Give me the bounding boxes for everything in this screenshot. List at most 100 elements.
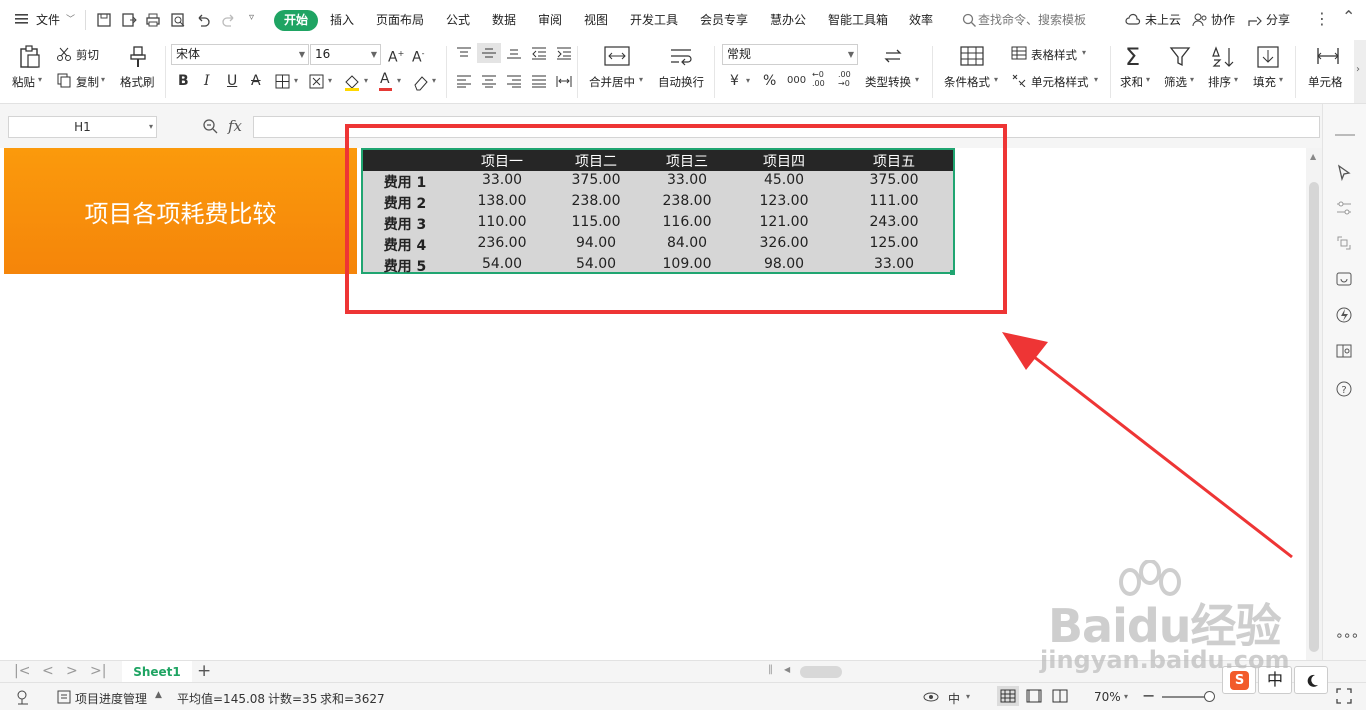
chevron-down-icon[interactable]: ▾	[994, 75, 998, 84]
align-bottom-icon[interactable]	[506, 46, 522, 60]
splitter-handle[interactable]: ‖	[768, 664, 773, 675]
chevron-down-icon[interactable]: ▾	[432, 76, 436, 85]
sheet-tab-active[interactable]: Sheet1	[122, 661, 192, 683]
tab-efficiency[interactable]: 效率	[909, 11, 933, 28]
more-options-icon[interactable]: ⋮	[1314, 9, 1330, 28]
chevron-down-icon[interactable]: ﹀	[66, 12, 75, 25]
paste-button[interactable]: 粘贴	[12, 74, 35, 90]
chevron-down-icon[interactable]: ▾	[1279, 75, 1283, 84]
file-menu[interactable]: 文件	[36, 11, 60, 28]
chevron-down-icon[interactable]: ▾	[639, 75, 643, 84]
sliders-icon[interactable]	[1335, 199, 1353, 217]
chevron-down-icon[interactable]: ▾	[1190, 75, 1194, 84]
page-break-view-icon[interactable]	[1052, 689, 1068, 703]
align-center-icon[interactable]	[481, 74, 497, 88]
first-sheet-icon[interactable]: |<	[14, 663, 30, 679]
align-left-icon[interactable]	[456, 74, 472, 88]
tab-insert[interactable]: 插入	[330, 11, 354, 28]
paste-icon[interactable]	[18, 45, 42, 69]
chevron-up-icon[interactable]: ▲	[155, 690, 162, 700]
chevron-down-icon[interactable]: ▾	[364, 76, 368, 85]
justify-icon[interactable]	[531, 74, 547, 88]
increase-indent-icon[interactable]	[556, 46, 572, 60]
fill-button[interactable]: 填充	[1253, 74, 1276, 90]
add-sheet-icon[interactable]: +	[197, 661, 211, 681]
conditional-format-button[interactable]: 条件格式	[944, 74, 990, 90]
collapse-ribbon-icon[interactable]: ⌃	[1342, 7, 1355, 26]
wrap-text-button[interactable]: 自动换行	[658, 74, 704, 90]
previous-sheet-icon[interactable]: <	[42, 663, 54, 679]
command-search-input[interactable]: 查找命令、搜索模板	[978, 11, 1086, 28]
redo-icon[interactable]	[221, 12, 237, 28]
chevron-down-icon[interactable]: ▾	[1124, 692, 1128, 701]
chevron-down-icon[interactable]: ▾	[1234, 75, 1238, 84]
decrease-indent-icon[interactable]	[531, 46, 547, 60]
scroll-up-icon[interactable]: ▲	[1310, 152, 1316, 161]
ime-night-mode[interactable]	[1294, 666, 1328, 694]
cloud-status-button[interactable]: 未上云	[1145, 11, 1181, 28]
merge-style-icon[interactable]	[309, 74, 325, 90]
borders-icon[interactable]	[275, 74, 291, 90]
align-top-icon[interactable]	[456, 46, 472, 60]
tab-smart-office[interactable]: 慧办公	[770, 11, 806, 28]
font-color-icon[interactable]: A	[380, 71, 390, 87]
underline-icon[interactable]: U	[227, 73, 237, 89]
tab-page-layout[interactable]: 页面布局	[376, 11, 424, 28]
align-right-icon[interactable]	[506, 74, 522, 88]
next-sheet-icon[interactable]: >	[66, 663, 78, 679]
share-button[interactable]: 分享	[1266, 11, 1290, 28]
chevron-down-icon[interactable]: ▾	[1082, 48, 1086, 57]
lightning-icon[interactable]	[1335, 306, 1353, 324]
zoom-formula-icon[interactable]	[202, 118, 218, 134]
thousands-separator-icon[interactable]: 000	[787, 73, 806, 89]
increase-decimal-icon[interactable]: ←0.00	[812, 70, 825, 88]
tab-home[interactable]: 开始	[274, 10, 318, 31]
zoom-level[interactable]: 70%	[1094, 690, 1121, 704]
function-icon[interactable]: fx	[228, 117, 242, 135]
tab-view[interactable]: 视图	[584, 11, 608, 28]
tab-formulas[interactable]: 公式	[446, 11, 470, 28]
chevron-down-icon[interactable]: ▾	[397, 76, 401, 85]
increase-font-icon[interactable]: A+	[388, 46, 404, 66]
eraser-icon[interactable]	[412, 73, 430, 91]
macro-icon[interactable]	[16, 689, 32, 705]
more-options-icon[interactable]: ∘∘∘	[1335, 628, 1359, 644]
help-icon[interactable]: ?	[1335, 380, 1353, 398]
type-convert-button[interactable]: 类型转换	[865, 74, 911, 90]
ribbon-scroll-button[interactable]: ›	[1354, 40, 1366, 103]
font-size-select[interactable]: 16 ▼	[310, 44, 381, 65]
copy-dropdown-icon[interactable]: ▾	[101, 75, 105, 84]
sort-button[interactable]: 排序	[1208, 74, 1231, 90]
scrollbar-thumb[interactable]	[1309, 182, 1319, 652]
chevron-down-icon[interactable]: ▾	[915, 75, 919, 84]
eye-protection-icon[interactable]	[922, 689, 940, 705]
cut-button[interactable]: 剪切	[76, 47, 99, 63]
sum-button[interactable]: 求和	[1120, 74, 1143, 90]
distributed-align-icon[interactable]	[556, 74, 572, 88]
tab-review[interactable]: 审阅	[538, 11, 562, 28]
vertical-scrollbar[interactable]: ▲	[1306, 148, 1322, 660]
filter-button[interactable]: 筛选	[1164, 74, 1187, 90]
scrollbar-thumb[interactable]	[800, 666, 842, 678]
chevron-down-icon[interactable]: ▾	[328, 76, 332, 85]
hamburger-icon[interactable]	[14, 12, 30, 29]
cell-button[interactable]: 单元格	[1308, 74, 1343, 90]
save-icon[interactable]	[96, 12, 112, 28]
resize-icon[interactable]	[1335, 234, 1353, 252]
fill-color-icon[interactable]	[343, 73, 361, 91]
paste-dropdown-icon[interactable]: ▾	[38, 75, 42, 84]
tab-smart-toolbox[interactable]: 智能工具箱	[828, 11, 888, 28]
chevron-down-icon[interactable]: ▾	[966, 692, 970, 701]
merge-center-button[interactable]: 合并居中	[589, 74, 635, 90]
font-name-select[interactable]: 宋体 ▼	[171, 44, 309, 65]
currency-icon[interactable]: ¥	[730, 73, 739, 89]
book-search-icon[interactable]	[1335, 342, 1353, 360]
copy-button[interactable]: 复制	[76, 74, 99, 90]
normal-view-icon[interactable]	[1000, 689, 1016, 703]
table-style-button[interactable]: 表格样式	[1031, 47, 1077, 63]
italic-icon[interactable]: I	[204, 73, 210, 89]
tab-member[interactable]: 会员专享	[700, 11, 748, 28]
zoom-slider-handle[interactable]	[1204, 691, 1215, 702]
page-layout-view-icon[interactable]	[1026, 689, 1042, 703]
export-pdf-icon[interactable]	[121, 12, 137, 28]
